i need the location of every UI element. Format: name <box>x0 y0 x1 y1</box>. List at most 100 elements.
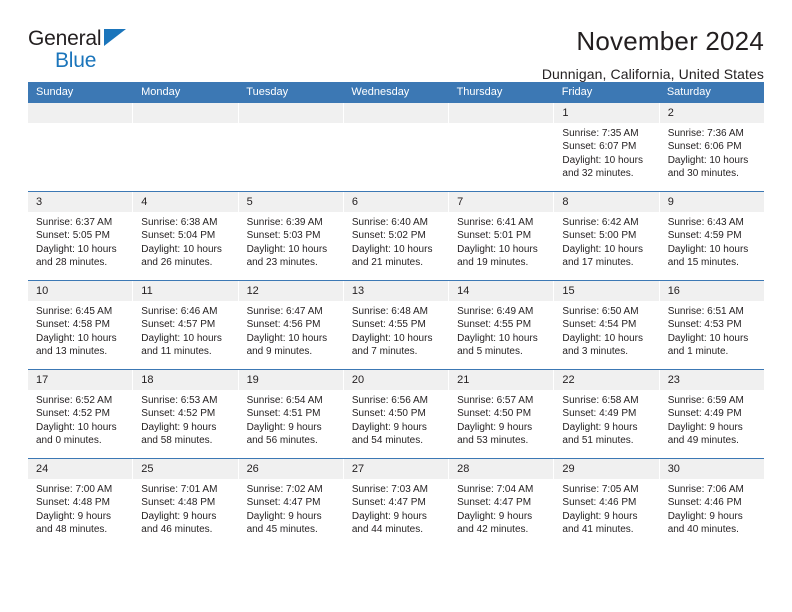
sunset-text: Sunset: 4:58 PM <box>36 319 110 331</box>
sunset-text: Sunset: 5:00 PM <box>562 230 637 242</box>
page-header: General Blue November 2024 Dunnigan, Cal… <box>28 0 764 82</box>
sunset-text: Sunset: 4:47 PM <box>246 497 321 509</box>
day-cell[interactable]: 7 Sunrise: 6:41 AM Sunset: 5:01 PM Dayli… <box>449 192 555 280</box>
daylight-text-line1: Daylight: 10 hours <box>246 243 328 255</box>
day-number <box>343 103 449 123</box>
day-details: Sunrise: 6:41 AM Sunset: 5:01 PM Dayligh… <box>449 212 553 270</box>
day-cell[interactable]: 10 Sunrise: 6:45 AM Sunset: 4:58 PM Dayl… <box>28 281 134 369</box>
day-number: 2 <box>659 103 764 123</box>
day-details: Sunrise: 6:48 AM Sunset: 4:55 PM Dayligh… <box>344 301 448 359</box>
daylight-text-line2: and 46 minutes. <box>141 524 213 536</box>
day-cell[interactable]: 23 Sunrise: 6:59 AM Sunset: 4:49 PM Dayl… <box>659 370 764 458</box>
sunset-text: Sunset: 4:48 PM <box>36 497 110 509</box>
daylight-text-line2: and 5 minutes. <box>457 346 523 358</box>
sunset-text: Sunset: 4:46 PM <box>562 497 637 509</box>
day-cell[interactable]: 25 Sunrise: 7:01 AM Sunset: 4:48 PM Dayl… <box>133 459 239 547</box>
daylight-text-line2: and 15 minutes. <box>667 257 739 269</box>
logo-text-blue: Blue <box>55 49 97 72</box>
page-title: November 2024 <box>576 26 764 56</box>
day-cell[interactable]: 8 Sunrise: 6:42 AM Sunset: 5:00 PM Dayli… <box>554 192 660 280</box>
daylight-text-line1: Daylight: 10 hours <box>667 243 749 255</box>
day-number: 19 <box>238 370 343 390</box>
daylight-text-line1: Daylight: 10 hours <box>141 243 222 255</box>
day-cell[interactable]: 26 Sunrise: 7:02 AM Sunset: 4:47 PM Dayl… <box>238 459 344 547</box>
day-details: Sunrise: 6:39 AM Sunset: 5:03 PM Dayligh… <box>239 212 343 270</box>
day-number: 30 <box>659 459 764 479</box>
sunset-text: Sunset: 4:55 PM <box>351 319 426 331</box>
sunset-text: Sunset: 4:53 PM <box>667 319 742 331</box>
day-cell[interactable]: 5 Sunrise: 6:39 AM Sunset: 5:03 PM Dayli… <box>238 192 344 280</box>
day-details: Sunrise: 7:04 AM Sunset: 4:47 PM Dayligh… <box>449 479 553 537</box>
sunrise-text: Sunrise: 7:06 AM <box>667 484 744 495</box>
day-cell[interactable]: 6 Sunrise: 6:40 AM Sunset: 5:02 PM Dayli… <box>343 192 450 280</box>
weekday-header-thursday: Thursday <box>456 86 503 98</box>
day-cell[interactable]: 24 Sunrise: 7:00 AM Sunset: 4:48 PM Dayl… <box>28 459 134 547</box>
day-cell[interactable]: 22 Sunrise: 6:58 AM Sunset: 4:49 PM Dayl… <box>554 370 660 458</box>
day-cell[interactable] <box>28 103 134 191</box>
daylight-text-line2: and 7 minutes. <box>351 346 418 358</box>
daylight-text-line2: and 44 minutes. <box>351 524 424 536</box>
daylight-text-line1: Daylight: 9 hours <box>562 510 638 522</box>
sunrise-text: Sunrise: 6:43 AM <box>667 217 744 228</box>
sunrise-text: Sunrise: 7:02 AM <box>246 484 323 495</box>
day-cell[interactable]: 27 Sunrise: 7:03 AM Sunset: 4:47 PM Dayl… <box>343 459 450 547</box>
day-cell[interactable] <box>343 103 450 191</box>
day-cell[interactable] <box>133 103 239 191</box>
sunset-text: Sunset: 5:03 PM <box>246 230 321 242</box>
day-cell[interactable]: 15 Sunrise: 6:50 AM Sunset: 4:54 PM Dayl… <box>554 281 660 369</box>
day-number: 4 <box>133 192 238 212</box>
day-cell[interactable]: 30 Sunrise: 7:06 AM Sunset: 4:46 PM Dayl… <box>659 459 764 547</box>
daylight-text-line2: and 28 minutes. <box>36 257 108 269</box>
day-cell[interactable] <box>238 103 344 191</box>
day-cell[interactable]: 2 Sunrise: 7:36 AM Sunset: 6:06 PM Dayli… <box>659 103 764 191</box>
day-cell[interactable]: 14 Sunrise: 6:49 AM Sunset: 4:55 PM Dayl… <box>449 281 555 369</box>
sunset-text: Sunset: 4:48 PM <box>141 497 216 509</box>
day-number: 5 <box>238 192 343 212</box>
sunrise-text: Sunrise: 6:58 AM <box>562 395 639 406</box>
calendar-grid: Sunday Monday Tuesday Wednesday Thursday… <box>28 82 764 547</box>
day-details: Sunrise: 6:57 AM Sunset: 4:50 PM Dayligh… <box>449 390 553 448</box>
daylight-text-line2: and 23 minutes. <box>246 257 318 269</box>
day-cell[interactable]: 16 Sunrise: 6:51 AM Sunset: 4:53 PM Dayl… <box>659 281 764 369</box>
sunrise-text: Sunrise: 6:51 AM <box>667 306 744 317</box>
day-cell[interactable]: 20 Sunrise: 6:56 AM Sunset: 4:50 PM Dayl… <box>343 370 450 458</box>
daylight-text-line2: and 49 minutes. <box>667 435 739 447</box>
page-subtitle: Dunnigan, California, United States <box>541 66 764 82</box>
day-cell[interactable]: 18 Sunrise: 6:53 AM Sunset: 4:52 PM Dayl… <box>133 370 239 458</box>
day-cell[interactable]: 11 Sunrise: 6:46 AM Sunset: 4:57 PM Dayl… <box>133 281 239 369</box>
day-number <box>133 103 238 123</box>
day-details: Sunrise: 6:50 AM Sunset: 4:54 PM Dayligh… <box>554 301 658 359</box>
day-details: Sunrise: 6:59 AM Sunset: 4:49 PM Dayligh… <box>660 390 764 448</box>
sunset-text: Sunset: 5:02 PM <box>351 230 426 242</box>
day-number: 23 <box>659 370 764 390</box>
day-details: Sunrise: 6:56 AM Sunset: 4:50 PM Dayligh… <box>344 390 448 448</box>
logo-general-blue[interactable]: General Blue <box>28 26 178 80</box>
daylight-text-line1: Daylight: 9 hours <box>667 421 743 433</box>
day-cell[interactable] <box>449 103 555 191</box>
day-cell[interactable]: 17 Sunrise: 6:52 AM Sunset: 4:52 PM Dayl… <box>28 370 134 458</box>
day-cell[interactable]: 3 Sunrise: 6:37 AM Sunset: 5:05 PM Dayli… <box>28 192 134 280</box>
day-number: 17 <box>28 370 133 390</box>
day-cell[interactable]: 13 Sunrise: 6:48 AM Sunset: 4:55 PM Dayl… <box>343 281 450 369</box>
sunset-text: Sunset: 4:59 PM <box>667 230 742 242</box>
sunset-text: Sunset: 5:01 PM <box>457 230 532 242</box>
sunset-text: Sunset: 4:51 PM <box>246 408 321 420</box>
day-cell[interactable]: 19 Sunrise: 6:54 AM Sunset: 4:51 PM Dayl… <box>238 370 344 458</box>
sunrise-text: Sunrise: 6:59 AM <box>667 395 744 406</box>
day-cell[interactable]: 4 Sunrise: 6:38 AM Sunset: 5:04 PM Dayli… <box>133 192 239 280</box>
day-cell[interactable]: 12 Sunrise: 6:47 AM Sunset: 4:56 PM Dayl… <box>238 281 344 369</box>
day-cell[interactable]: 28 Sunrise: 7:04 AM Sunset: 4:47 PM Dayl… <box>449 459 555 547</box>
day-cell[interactable]: 21 Sunrise: 6:57 AM Sunset: 4:50 PM Dayl… <box>449 370 555 458</box>
daylight-text-line2: and 54 minutes. <box>351 435 424 447</box>
day-details: Sunrise: 7:02 AM Sunset: 4:47 PM Dayligh… <box>239 479 343 537</box>
day-details: Sunrise: 6:43 AM Sunset: 4:59 PM Dayligh… <box>660 212 764 270</box>
sunset-text: Sunset: 4:50 PM <box>457 408 532 420</box>
sunrise-text: Sunrise: 6:56 AM <box>351 395 428 406</box>
daylight-text-line2: and 3 minutes. <box>562 346 629 358</box>
day-cell[interactable]: 9 Sunrise: 6:43 AM Sunset: 4:59 PM Dayli… <box>659 192 764 280</box>
day-cell[interactable]: 29 Sunrise: 7:05 AM Sunset: 4:46 PM Dayl… <box>554 459 660 547</box>
calendar-week-row: 10 Sunrise: 6:45 AM Sunset: 4:58 PM Dayl… <box>28 280 764 369</box>
daylight-text-line1: Daylight: 9 hours <box>351 510 427 522</box>
day-number: 28 <box>449 459 554 479</box>
day-cell[interactable]: 1 Sunrise: 7:35 AM Sunset: 6:07 PM Dayli… <box>554 103 660 191</box>
